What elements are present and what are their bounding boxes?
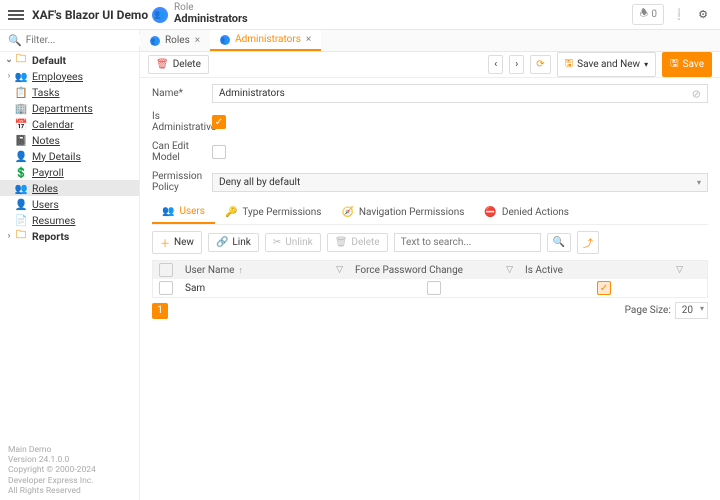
- is-active-checkbox[interactable]: ✓: [597, 281, 611, 295]
- row-checkbox[interactable]: [159, 281, 173, 295]
- sidebar-item-resumes[interactable]: 📄Resumes: [0, 212, 139, 228]
- prev-record-button[interactable]: ‹: [488, 55, 503, 74]
- col-username[interactable]: User Name↑▽: [179, 265, 349, 276]
- subtab-type-permissions[interactable]: 🔑Type Permissions: [215, 201, 331, 224]
- app-footer: Main Demo Version 24.1.0.0 Copyright © 2…: [0, 441, 139, 500]
- force-pw-checkbox[interactable]: [427, 281, 441, 295]
- sidebar-search[interactable]: 🔍: [0, 30, 139, 52]
- permissions-icon: 🔑: [225, 207, 237, 218]
- settings-gear-icon[interactable]: ⚙: [694, 6, 712, 24]
- sidebar-item-notes[interactable]: 📓Notes: [0, 132, 139, 148]
- cell-username: Sam: [179, 283, 349, 294]
- subtab-nav-permissions[interactable]: 🧭Navigation Permissions: [331, 201, 474, 224]
- can-edit-checkbox[interactable]: [212, 145, 226, 159]
- tab-roles[interactable]: 👥Roles×: [140, 30, 210, 51]
- chevron-right-icon: ›: [4, 231, 14, 241]
- nav-icon: 🧭: [341, 207, 353, 218]
- folder-icon: 🗀: [14, 227, 28, 245]
- name-input[interactable]: Administrators⊘: [212, 84, 708, 103]
- save-button[interactable]: 🖫Save: [662, 52, 712, 77]
- tree-node-reports[interactable]: › 🗀 Reports: [0, 228, 139, 244]
- tree-node-default[interactable]: ⌄ 🗀 Default: [0, 52, 139, 68]
- chevron-down-icon: ▾: [697, 178, 701, 187]
- subtab-denied-actions[interactable]: ⛔Denied Actions: [474, 201, 579, 224]
- filter-icon[interactable]: ▽: [676, 265, 683, 275]
- page-1[interactable]: 1: [152, 303, 168, 319]
- sidebar-item-calendar[interactable]: 📅Calendar: [0, 116, 139, 132]
- chevron-right-icon: ›: [515, 59, 518, 70]
- sidebar-item-users[interactable]: 👤Users: [0, 196, 139, 212]
- grid-delete-button[interactable]: 🗑Delete: [327, 233, 388, 252]
- search-icon: 🔍: [8, 34, 22, 47]
- next-record-button[interactable]: ›: [509, 55, 524, 74]
- sidebar-item-roles[interactable]: 👥Roles: [0, 180, 139, 196]
- tab-administrators[interactable]: 👥Administrators×: [210, 30, 321, 51]
- chevron-left-icon: ‹: [494, 59, 497, 70]
- new-button[interactable]: ＋New: [152, 231, 202, 254]
- trash-icon: 🗑: [156, 59, 169, 70]
- record-title: Administrators: [174, 13, 248, 25]
- link-button[interactable]: 🔗Link: [208, 233, 259, 252]
- policy-label: Permission Policy: [152, 171, 212, 193]
- main-tabs: 👥Roles× 👥Administrators×: [140, 30, 720, 52]
- users-icon: 👥: [162, 206, 174, 217]
- app-title: XAF's Blazor UI Demo: [32, 8, 152, 22]
- sidebar-item-payroll[interactable]: 💲Payroll: [0, 164, 139, 180]
- sort-icon[interactable]: ↑: [238, 265, 243, 276]
- delete-button[interactable]: 🗑Delete: [148, 55, 209, 74]
- policy-select[interactable]: Deny all by default▾: [212, 173, 708, 192]
- sidebar-item-my-details[interactable]: 👤My Details: [0, 148, 139, 164]
- folder-icon: 🗀: [14, 52, 28, 69]
- export-icon: ⤴: [583, 235, 593, 250]
- export-button[interactable]: ⤴: [577, 231, 599, 254]
- search-button[interactable]: 🔍: [547, 233, 571, 252]
- page-size-label: Page Size:: [625, 305, 671, 316]
- chevron-down-icon: ⌄: [4, 55, 14, 65]
- close-icon[interactable]: ×: [306, 34, 311, 45]
- is-admin-label: Is Administrative: [152, 111, 212, 133]
- col-force-pw[interactable]: Force Password Change▽: [349, 265, 519, 276]
- plus-icon: ＋: [160, 235, 170, 250]
- sidebar-item-employees[interactable]: ›👥Employees: [0, 68, 139, 84]
- filter-icon[interactable]: ▽: [336, 265, 343, 275]
- save-icon: 🖫: [565, 56, 574, 73]
- link-icon: 🔗: [216, 237, 228, 248]
- save-and-new-button[interactable]: 🖫Save and New▾: [557, 52, 656, 77]
- unlink-icon: ✂: [273, 237, 281, 248]
- clear-icon[interactable]: ⊘: [692, 87, 701, 100]
- col-is-active[interactable]: Is Active▽: [519, 265, 689, 276]
- can-edit-label: Can Edit Model: [152, 141, 212, 163]
- page-size-select[interactable]: 20: [675, 302, 708, 319]
- refresh-icon: ⟳: [536, 59, 544, 70]
- chevron-down-icon: ▾: [644, 60, 648, 69]
- refresh-button[interactable]: ⟳: [530, 55, 550, 74]
- deny-icon: ⛔: [484, 207, 496, 218]
- close-icon[interactable]: ×: [195, 35, 200, 46]
- trash-icon: 🗑: [335, 237, 348, 248]
- sidebar-item-tasks[interactable]: 📋Tasks: [0, 84, 139, 100]
- filter-input[interactable]: [26, 35, 159, 46]
- menu-toggle-icon[interactable]: [8, 8, 24, 22]
- record-type-badge: 👥: [152, 7, 168, 23]
- filter-icon[interactable]: ▽: [506, 265, 513, 275]
- grid-search-input[interactable]: [394, 233, 541, 252]
- save-icon: 🖫: [670, 56, 679, 73]
- is-admin-checkbox[interactable]: ✓: [212, 115, 226, 129]
- sidebar-item-departments[interactable]: 🏢Departments: [0, 100, 139, 116]
- notifications-button[interactable]: 🕭0: [632, 4, 664, 25]
- table-row[interactable]: Sam ✓: [153, 279, 707, 297]
- search-icon: 🔍: [553, 237, 565, 248]
- name-label: Name*: [152, 88, 212, 99]
- select-all-checkbox[interactable]: [159, 263, 173, 277]
- subtab-users[interactable]: 👥Users: [152, 201, 215, 224]
- unlink-button[interactable]: ✂Unlink: [265, 233, 321, 252]
- highlight-icon[interactable]: ❕: [670, 6, 688, 24]
